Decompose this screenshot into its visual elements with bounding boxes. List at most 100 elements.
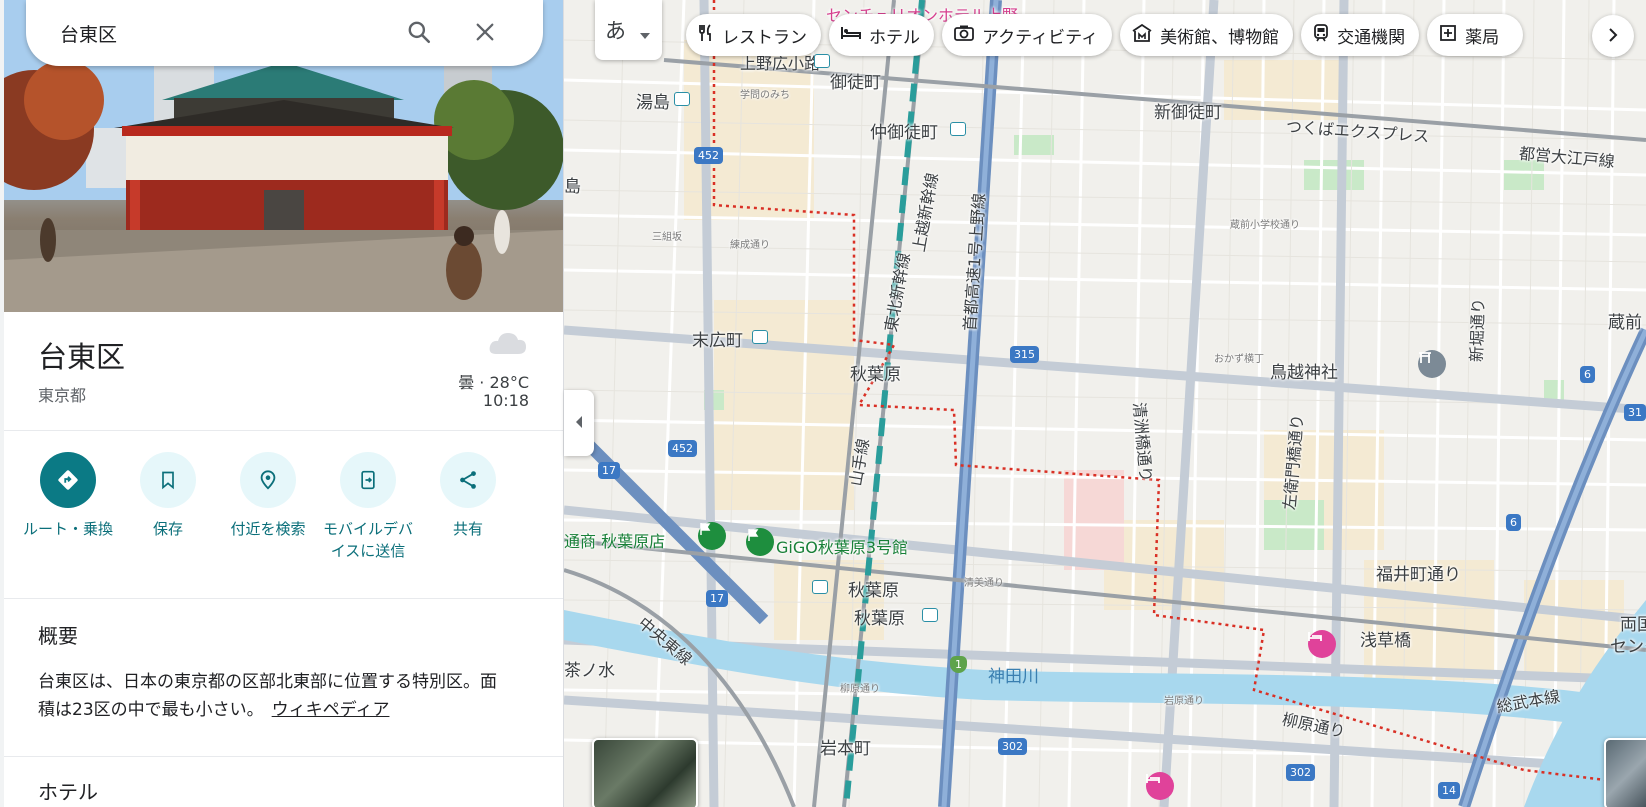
- map-label-suehirocho[interactable]: 末広町: [692, 326, 743, 351]
- save-button[interactable]: 保存: [118, 452, 218, 592]
- chips-next-button[interactable]: [1592, 15, 1634, 57]
- search-button[interactable]: [400, 15, 438, 53]
- overview-description: 台東区は、日本の東京都の区部北東部に位置する特別区。面積は23区の中で最も小さい…: [38, 672, 497, 720]
- map-label-nakaokachimachi[interactable]: 仲御徒町: [870, 118, 938, 143]
- place-panel: 台東区 東京都 曇 · 28°C 10:18 ルート・乗換 保存: [0, 0, 564, 807]
- route-shield: 17: [598, 462, 620, 479]
- route-shield: 302: [998, 738, 1027, 755]
- chip-label: 薬局: [1465, 27, 1500, 48]
- station-marker[interactable]: [812, 580, 828, 594]
- map-label-minor-road: 三組坂: [652, 232, 682, 243]
- map-label-okazu: おかず横丁: [1214, 354, 1264, 365]
- map-roads: [564, 0, 1646, 807]
- close-icon: [474, 21, 496, 47]
- app: 台東区 東京都 曇 · 28°C 10:18 ルート・乗換 保存: [0, 0, 1646, 807]
- map-label-shinbori: 新堀通り: [1466, 297, 1489, 363]
- map-label-store[interactable]: 通商 秋葉原店: [564, 528, 665, 552]
- chip-hotels[interactable]: ホテル: [829, 14, 934, 56]
- share-button[interactable]: 共有: [418, 452, 518, 592]
- search-nearby-label: 付近を検索: [230, 520, 306, 538]
- map-label-center[interactable]: センター: [1610, 632, 1646, 657]
- chip-label: 交通機関: [1337, 27, 1406, 48]
- chip-label: レストラン: [722, 27, 807, 48]
- map-label-gakumon: 学問のみち: [740, 90, 790, 101]
- ime-label: あ: [605, 19, 626, 43]
- poi-hotel-marker[interactable]: [1308, 630, 1336, 658]
- map-label-yushima[interactable]: 湯島: [636, 88, 670, 113]
- chip-label: ホテル: [869, 27, 920, 48]
- chip-activities[interactable]: アクティビティ: [942, 14, 1113, 56]
- map-label-minor-road: 岩原通り: [1164, 696, 1204, 707]
- chip-museums[interactable]: 美術館、博物館: [1120, 14, 1294, 56]
- cloudy-weather-icon: [488, 330, 528, 360]
- overview-text: 台東区は、日本の東京都の区部北東部に位置する特別区。面積は23区の中で最も小さい…: [38, 668, 508, 724]
- hotels-heading: ホテル: [38, 780, 98, 804]
- poi-store-marker[interactable]: [698, 522, 726, 550]
- chevron-down-icon: [640, 24, 650, 43]
- map-label-asakusabashi[interactable]: 浅草橋: [1360, 626, 1411, 651]
- weather-temperature: 曇 · 28°C: [458, 373, 529, 392]
- chevron-right-icon: [1608, 27, 1618, 46]
- map-label-kuramae[interactable]: 蔵前: [1608, 308, 1642, 333]
- map-label-shinokachimachi[interactable]: 新御徒町: [1154, 98, 1222, 123]
- station-marker[interactable]: [752, 330, 768, 344]
- send-to-device-button[interactable]: モバイルデバイスに送信: [318, 452, 418, 592]
- map-canvas[interactable]: 湯島 御徒町 仲御徒町 新御徒町 末広町 秋葉原 秋葉原 秋葉原 鳥越神社 福井…: [564, 0, 1646, 807]
- chip-pharmacy[interactable]: 薬局: [1427, 14, 1524, 56]
- input-method-toggle[interactable]: あ: [595, 0, 662, 60]
- action-buttons: ルート・乗換 保存 付近を検索 モバイルデバイスに送信 共有: [18, 452, 548, 592]
- send-to-device-label: モバイルデバイスに送信: [322, 520, 413, 560]
- route-shield: 452: [694, 147, 723, 164]
- place-subtitle: 東京都: [38, 386, 87, 405]
- fork-knife-icon: [698, 23, 714, 47]
- map-label-akihabara-metro[interactable]: 秋葉原: [854, 604, 905, 629]
- divider: [4, 756, 563, 757]
- route-shield: 6: [1580, 366, 1595, 383]
- directions-icon: [40, 452, 96, 508]
- camera-icon: [954, 25, 974, 46]
- route-shield: 6: [1506, 514, 1521, 531]
- search-input[interactable]: [60, 18, 390, 48]
- poi-gigo-marker[interactable]: [746, 528, 774, 556]
- directions-button[interactable]: ルート・乗換: [18, 452, 118, 592]
- chip-label: 美術館、博物館: [1160, 27, 1280, 48]
- map-label-shima: 島: [564, 177, 581, 197]
- poi-torigoe-marker[interactable]: [1418, 350, 1446, 378]
- map-label-iwamotocho[interactable]: 岩本町: [820, 734, 871, 759]
- map-label-ochanomizu[interactable]: 茶ノ水: [564, 656, 615, 681]
- map-label-akihabara-area[interactable]: 秋葉原: [850, 360, 901, 385]
- collapse-panel-button[interactable]: [564, 390, 594, 456]
- bookmark-icon: [140, 452, 196, 508]
- map-label-fukuicho[interactable]: 福井町通り: [1376, 560, 1461, 585]
- station-marker[interactable]: [950, 122, 966, 136]
- overview-heading: 概要: [38, 624, 78, 648]
- route-shield: 31: [1624, 404, 1646, 421]
- chip-transit[interactable]: 交通機関: [1301, 14, 1420, 56]
- route-shield: 1: [950, 656, 967, 673]
- map-label-okachimachi[interactable]: 御徒町: [830, 68, 881, 93]
- chip-restaurants[interactable]: レストラン: [686, 14, 821, 56]
- pharmacy-icon: [1439, 24, 1457, 47]
- search-icon: [406, 19, 432, 49]
- map-label-minor-road: 柳原通り: [840, 684, 880, 695]
- station-marker[interactable]: [814, 54, 830, 68]
- map-label-torigoe[interactable]: 鳥越神社: [1270, 358, 1338, 383]
- station-marker[interactable]: [674, 92, 690, 106]
- share-icon: [440, 452, 496, 508]
- map-label-akihabara-jr[interactable]: 秋葉原: [848, 576, 899, 601]
- map-label-gigo[interactable]: GiGO秋葉原3号館: [776, 534, 908, 558]
- divider: [4, 430, 563, 431]
- wikipedia-link[interactable]: ウィキペディア: [272, 700, 390, 720]
- poi-hotel-marker[interactable]: [1146, 772, 1174, 800]
- route-shield: 452: [668, 440, 697, 457]
- map-label-kandagawa: 神田川: [988, 667, 1039, 687]
- map-label-minor-road: 練成通り: [730, 240, 770, 251]
- map-label-minor-road: 清美通り: [964, 578, 1004, 589]
- station-marker[interactable]: [922, 608, 938, 622]
- train-icon: [1313, 23, 1329, 47]
- street-view-thumbnail[interactable]: [1604, 738, 1646, 807]
- clear-search-button[interactable]: [466, 15, 504, 53]
- search-nearby-button[interactable]: 付近を検索: [218, 452, 318, 592]
- bed-icon: [841, 25, 861, 45]
- layers-thumbnail[interactable]: [592, 738, 698, 807]
